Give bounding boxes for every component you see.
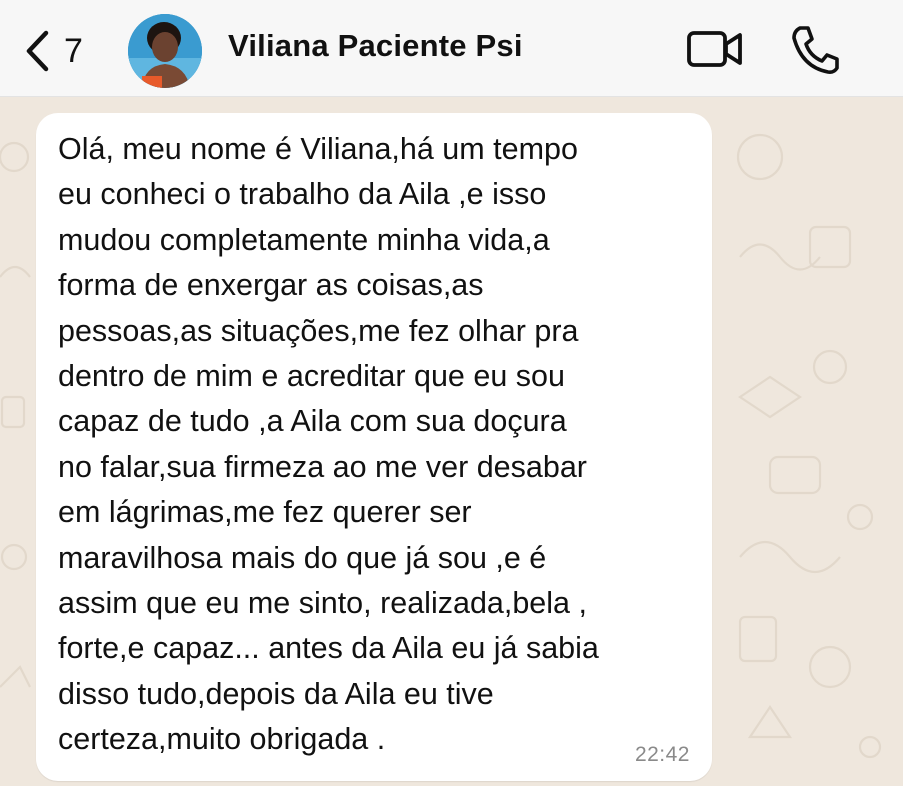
- message-timestamp: 22:42: [634, 743, 690, 766]
- avatar[interactable]: [128, 14, 202, 88]
- unread-count: 7: [64, 31, 83, 70]
- contact-name[interactable]: Viliana Paciente Psi: [228, 28, 523, 64]
- chevron-left-icon: [26, 30, 49, 72]
- back-button[interactable]: 7: [24, 26, 83, 76]
- message-bubble[interactable]: Olá, meu nome é Viliana,há um tempo eu c…: [36, 113, 712, 781]
- phone-icon[interactable]: [790, 24, 840, 76]
- chat-header: 7 Viliana Paciente Psi: [0, 0, 903, 97]
- message-text: Olá, meu nome é Viliana,há um tempo eu c…: [58, 132, 599, 757]
- video-camera-icon[interactable]: [686, 26, 744, 72]
- avatar-photo: [128, 14, 202, 88]
